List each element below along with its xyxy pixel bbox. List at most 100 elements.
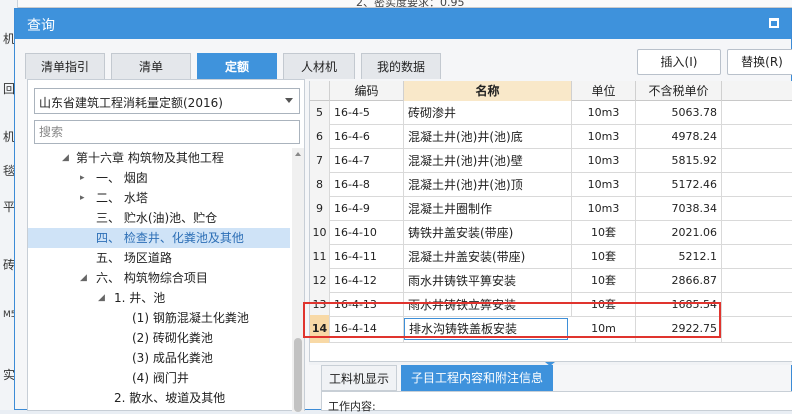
expand-toggle-icon[interactable]: ◢: [98, 288, 105, 308]
tree-item[interactable]: (2) 砖砌化粪池: [28, 328, 290, 348]
background-header: 2、密实度要求：0.95: [18, 0, 792, 8]
work-content-label: 工作内容:: [328, 400, 376, 413]
tree-item[interactable]: ◢ 1. 井、池: [28, 288, 290, 308]
table-row[interactable]: 8 16-4-8 混凝土井(池)井(池)顶 10m3 5172.46: [310, 173, 792, 197]
row-name: 混凝土井圈制作: [404, 197, 572, 221]
tab-labor-material[interactable]: 人材机: [283, 53, 355, 79]
row-number: 9: [310, 197, 330, 221]
row-price: 5212.1: [636, 245, 722, 269]
row-name: 砖砌渗井: [404, 101, 572, 125]
work-content-pane: 工作内容:: [321, 391, 792, 413]
row-unit: 10套: [572, 269, 636, 293]
tree-item-selected[interactable]: 四、 检查井、化粪池及其他: [28, 228, 290, 248]
row-unit: 10m3: [572, 173, 636, 197]
row-unit: 10m3: [572, 101, 636, 125]
row-code: 16-4-5: [330, 101, 404, 125]
row-unit: 10m3: [572, 149, 636, 173]
tree-item[interactable]: 五、 场区道路: [28, 248, 290, 268]
row-price: 7038.34: [636, 197, 722, 221]
collapse-toggle-icon[interactable]: ▸: [80, 168, 85, 188]
row-unit: 10套: [572, 221, 636, 245]
replace-button[interactable]: 替换(R): [727, 49, 792, 75]
search-input[interactable]: [34, 120, 300, 144]
tree-item[interactable]: ▸ 一、 烟囱: [28, 168, 290, 188]
tree-item-label: 三、 贮水(油)池、贮仓: [96, 211, 218, 225]
tree-item-label: 一、 烟囱: [96, 171, 148, 185]
tree-item-label: 六、 构筑物综合项目: [96, 271, 208, 285]
tree-item-label: 2. 散水、坡道及其他: [114, 391, 226, 405]
row-price: 5063.78: [636, 101, 722, 125]
tab-my-data[interactable]: 我的数据: [361, 53, 441, 79]
table-row[interactable]: 5 16-4-5 砖砌渗井 10m3 5063.78: [310, 101, 792, 125]
tree-item[interactable]: ▸ 二、 水塔: [28, 188, 290, 208]
row-code: 16-4-7: [330, 149, 404, 173]
tree-item-label: 四、 检查井、化粪池及其他: [96, 231, 244, 245]
row-name: 雨水井铸铁平箅安装: [404, 269, 572, 293]
tab-list[interactable]: 清单: [111, 53, 191, 79]
row-name: 混凝土井(池)井(池)底: [404, 125, 572, 149]
table-row[interactable]: 6 16-4-6 混凝土井(池)井(池)底 10m3 4978.24: [310, 125, 792, 149]
scroll-up-icon[interactable]: [295, 152, 301, 156]
row-price: 5172.46: [636, 173, 722, 197]
row-price: 5815.92: [636, 149, 722, 173]
row-name: 混凝土井盖安装(带座): [404, 245, 572, 269]
tab-labor-material-display[interactable]: 工料机显示: [321, 365, 397, 391]
tree-item[interactable]: ◢ 六、 构筑物综合项目: [28, 268, 290, 288]
tree-item-label: 1. 井、池: [114, 291, 166, 305]
row-name: 混凝土井(池)井(池)顶: [404, 173, 572, 197]
row-unit: 10m3: [572, 197, 636, 221]
scroll-thumb[interactable]: [294, 338, 302, 412]
row-unit: 10套: [572, 245, 636, 269]
row-number: 11: [310, 245, 330, 269]
row-code: 16-4-9: [330, 197, 404, 221]
row-number: 10: [310, 221, 330, 245]
quota-library-select[interactable]: 山东省建筑工程消耗量定额(2016): [34, 88, 300, 114]
row-number: 7: [310, 149, 330, 173]
row-name: 铸铁井盖安装(带座): [404, 221, 572, 245]
tree-item-label: (2) 砖砌化粪池: [132, 331, 213, 345]
row-number: 12: [310, 269, 330, 293]
dialog-title: 查询: [27, 18, 55, 34]
tree-scrollbar[interactable]: [292, 148, 304, 412]
collapse-toggle-icon[interactable]: ▸: [80, 188, 85, 208]
row-number: 5: [310, 101, 330, 125]
grid-header-num: [310, 81, 330, 101]
row-code: 16-4-6: [330, 125, 404, 149]
insert-button[interactable]: 插入(I): [637, 49, 721, 75]
grid-header-code[interactable]: 编码: [330, 81, 404, 101]
row-number: 6: [310, 125, 330, 149]
grid-header-unit[interactable]: 单位: [572, 81, 636, 101]
tree-item[interactable]: (3) 成品化粪池: [28, 348, 290, 368]
tree-item-label: 第十六章 构筑物及其他工程: [76, 151, 224, 165]
row-unit: 10m3: [572, 125, 636, 149]
tree-item[interactable]: 2. 散水、坡道及其他: [28, 388, 290, 408]
tree-item-label: 五、 场区道路: [96, 251, 172, 265]
table-row[interactable]: 10 16-4-10 铸铁井盖安装(带座) 10套 2021.06: [310, 221, 792, 245]
quota-library-value: 山东省建筑工程消耗量定额(2016): [39, 96, 223, 110]
table-row[interactable]: 11 16-4-11 混凝土井盖安装(带座) 10套 5212.1: [310, 245, 792, 269]
tree-item[interactable]: ◢ 第十六章 构筑物及其他工程: [28, 148, 290, 168]
chevron-down-icon: [285, 98, 293, 103]
tree-item[interactable]: 三、 贮水(油)池、贮仓: [28, 208, 290, 228]
expand-toggle-icon[interactable]: ◢: [80, 268, 87, 288]
tree-item[interactable]: (1) 钢筋混凝土化粪池: [28, 308, 290, 328]
tree-item-label: (1) 钢筋混凝土化粪池: [132, 311, 249, 325]
table-row[interactable]: 12 16-4-12 雨水井铸铁平箅安装 10套 2866.87: [310, 269, 792, 293]
maximize-icon[interactable]: [769, 18, 779, 28]
left-panel: 山东省建筑工程消耗量定额(2016) ◢ 第十六章 构筑物及其他工程 ▸ 一、 …: [27, 79, 305, 412]
tab-list-guide[interactable]: 清单指引: [25, 53, 105, 79]
expand-toggle-icon[interactable]: ◢: [62, 148, 69, 168]
dialog-titlebar: 查询: [15, 9, 791, 39]
tab-quota[interactable]: 定额: [197, 53, 277, 79]
row-price: 4978.24: [636, 125, 722, 149]
tree-item-label: (4) 阀门井: [132, 371, 189, 385]
tree-item[interactable]: (4) 阀门井: [28, 368, 290, 388]
tree-item-label: (3) 成品化粪池: [132, 351, 213, 365]
grid-header-price[interactable]: 不含税单价: [636, 81, 722, 101]
tree-item-label: 二、 水塔: [96, 191, 148, 205]
background-requirement-text: 2、密实度要求：0.95: [356, 0, 465, 8]
table-row[interactable]: 7 16-4-7 混凝土井(池)井(池)壁 10m3 5815.92: [310, 149, 792, 173]
tab-work-content-notes[interactable]: 子目工程内容和附注信息: [401, 365, 553, 391]
table-row[interactable]: 9 16-4-9 混凝土井圈制作 10m3 7038.34: [310, 197, 792, 221]
grid-header-name[interactable]: 名称: [404, 81, 572, 101]
